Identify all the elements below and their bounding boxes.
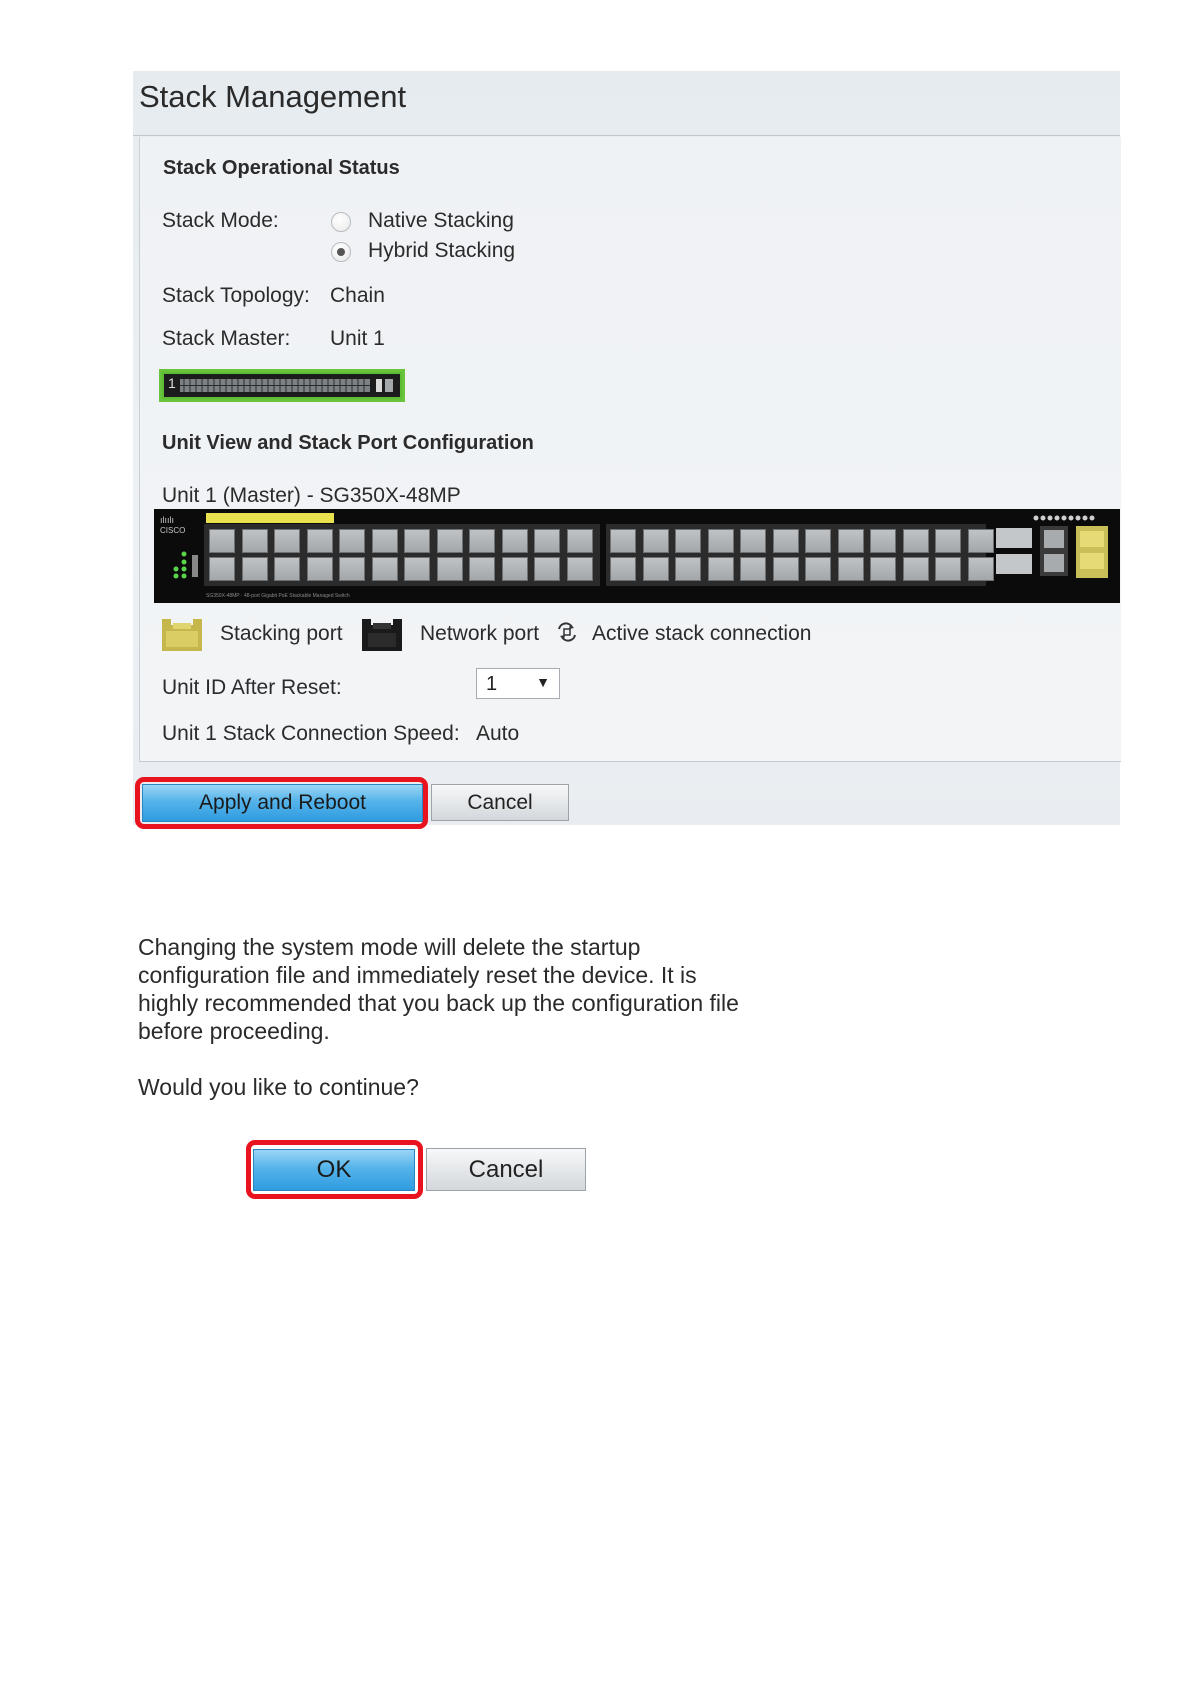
switch-port[interactable] (740, 529, 766, 553)
switch-port[interactable] (707, 529, 734, 553)
switch-port[interactable] (837, 529, 864, 553)
stack-topology-value: Chain (330, 284, 385, 307)
dialog-message-line: Changing the system mode will delete the… (138, 934, 641, 960)
switch-port[interactable] (436, 529, 463, 553)
dialog-message-line: highly recommended that you back up the … (138, 990, 739, 1016)
stack-master-label: Stack Master: (162, 327, 291, 350)
switch-port[interactable] (274, 557, 300, 581)
switch-port[interactable] (534, 557, 560, 581)
stack-connection-speed-value: Auto (476, 722, 520, 745)
stack-mode-label: Stack Mode: (162, 209, 279, 232)
switch-port[interactable] (209, 557, 235, 581)
radio-native-stacking[interactable] (331, 212, 351, 232)
switch-port[interactable] (707, 557, 734, 581)
switch-port[interactable] (534, 529, 560, 553)
stack-connection-speed-label: Unit 1 Stack Connection Speed: (162, 722, 460, 745)
switch-port[interactable] (241, 529, 268, 553)
switch-port[interactable] (339, 529, 365, 553)
switch-port[interactable] (870, 557, 896, 581)
mini-ports-icon (180, 379, 393, 392)
dialog-cancel-button[interactable]: Cancel (426, 1148, 586, 1191)
switch-port[interactable] (371, 557, 398, 581)
mini-switch-image: 1 (164, 374, 400, 397)
switch-port[interactable] (902, 529, 929, 553)
switch-port[interactable] (772, 557, 799, 581)
page-title: Stack Management (139, 79, 407, 114)
switch-port[interactable] (805, 529, 831, 553)
stack-topology-label: Stack Topology: (162, 284, 310, 307)
unit-id-selected-value: 1 (486, 673, 498, 695)
legend-stacking-port: Stacking port (220, 622, 343, 645)
switch-port[interactable] (837, 557, 864, 581)
dialog-message-line: before proceeding. (138, 1018, 330, 1044)
switch-port[interactable] (274, 529, 300, 553)
dialog-message: Changing the system mode will delete the… (138, 933, 858, 1045)
legend-active-stack-connection: Active stack connection (592, 622, 812, 645)
switch-port[interactable] (967, 557, 994, 581)
unit-id-after-reset-label: Unit ID After Reset: (162, 676, 342, 699)
title-divider (133, 135, 1120, 136)
switch-port[interactable] (469, 529, 495, 553)
native-stacking-label[interactable]: Native Stacking (368, 209, 514, 233)
switch-port[interactable] (371, 529, 398, 553)
switch-port[interactable] (209, 529, 235, 553)
switch-port[interactable] (566, 529, 593, 553)
dialog-message-line: configuration file and immediately reset… (138, 962, 697, 988)
switch-port[interactable] (935, 529, 961, 553)
cancel-button[interactable]: Cancel (431, 784, 569, 821)
hybrid-stacking-label[interactable]: Hybrid Stacking (368, 239, 515, 263)
switch-port[interactable] (902, 557, 929, 581)
switch-port[interactable] (642, 557, 669, 581)
switch-port[interactable] (772, 529, 799, 553)
switch-port[interactable] (610, 557, 636, 581)
section-title-unit-view: Unit View and Stack Port Configuration (162, 432, 534, 454)
switch-port[interactable] (805, 557, 831, 581)
stack-master-value: Unit 1 (330, 327, 385, 350)
radio-hybrid-stacking[interactable] (331, 242, 351, 262)
switch-port[interactable] (404, 557, 430, 581)
apply-reboot-highlight (135, 777, 428, 829)
dropdown-arrow-icon[interactable]: ▼ (536, 674, 550, 690)
switch-port[interactable] (566, 557, 593, 581)
svg-text:CISCO: CISCO (160, 526, 185, 535)
switch-port[interactable] (935, 557, 961, 581)
unit-caption: Unit 1 (Master) - SG350X-48MP (162, 484, 461, 507)
stack-unit-thumbnail[interactable]: 1 (159, 369, 405, 402)
legend-network-port: Network port (420, 622, 540, 645)
ok-highlight (246, 1140, 423, 1199)
switch-port[interactable] (306, 529, 333, 553)
switch-front-panel-image: ılıılı CISCO SG350X-48MP · 48-port Gigab… (154, 509, 1120, 603)
switch-port[interactable] (306, 557, 333, 581)
switch-port[interactable] (675, 529, 701, 553)
switch-port[interactable] (740, 557, 766, 581)
unit-id-after-reset-select[interactable]: 1 ▼ (476, 668, 560, 699)
switch-port[interactable] (339, 557, 365, 581)
switch-port[interactable] (967, 529, 994, 553)
active-stack-connection-icon (558, 622, 576, 642)
switch-port[interactable] (436, 557, 463, 581)
switch-port[interactable] (241, 557, 268, 581)
switch-port[interactable] (404, 529, 430, 553)
dialog-question: Would you like to continue? (138, 1074, 419, 1100)
stacking-port-icon (162, 619, 202, 651)
svg-text:ılıılı: ılıılı (160, 515, 174, 525)
section-title-status: Stack Operational Status (163, 157, 400, 179)
switch-port[interactable] (642, 529, 669, 553)
switch-port[interactable] (501, 557, 528, 581)
network-port-icon (362, 619, 402, 651)
switch-port[interactable] (675, 557, 701, 581)
svg-text:SG350X-48MP · 48-port Gigabit: SG350X-48MP · 48-port Gigabit PoE Stacka… (206, 593, 350, 599)
switch-port[interactable] (610, 529, 636, 553)
switch-port[interactable] (501, 529, 528, 553)
switch-port[interactable] (469, 557, 495, 581)
switch-panel-icon: ılıılı CISCO SG350X-48MP · 48-port Gigab… (160, 513, 1108, 599)
switch-port[interactable] (870, 529, 896, 553)
